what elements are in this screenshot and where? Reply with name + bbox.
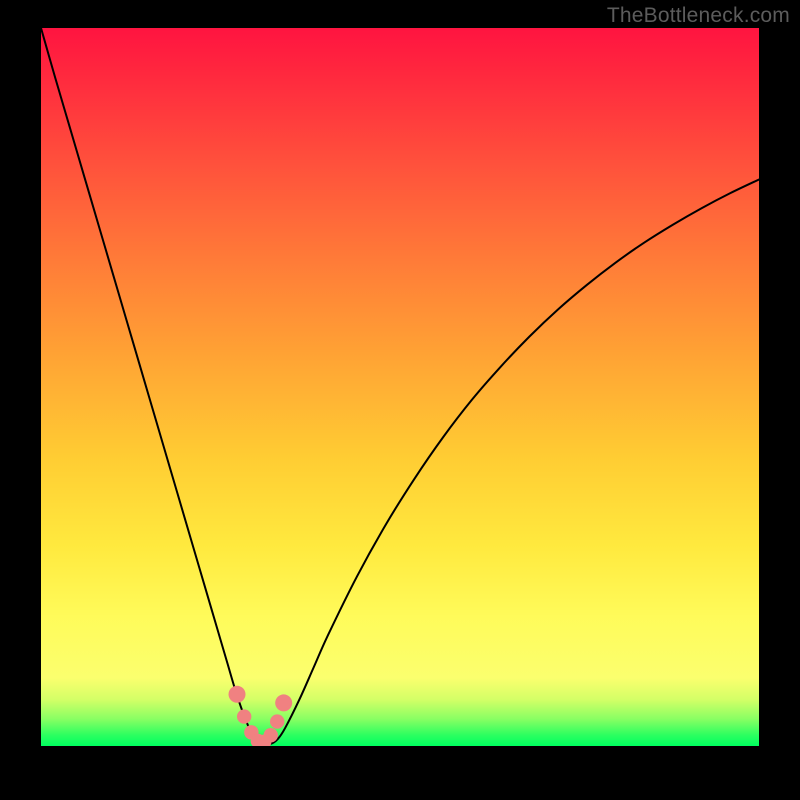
marker-dot	[237, 709, 251, 723]
marker-dot	[229, 686, 246, 703]
marker-dot	[264, 728, 278, 742]
marker-dot	[270, 714, 284, 728]
gradient-background	[41, 28, 759, 746]
chart-frame: TheBottleneck.com	[0, 0, 800, 800]
marker-dot	[275, 694, 292, 711]
watermark-text: TheBottleneck.com	[607, 4, 790, 28]
chart-svg	[41, 28, 759, 746]
plot-area	[41, 28, 759, 746]
